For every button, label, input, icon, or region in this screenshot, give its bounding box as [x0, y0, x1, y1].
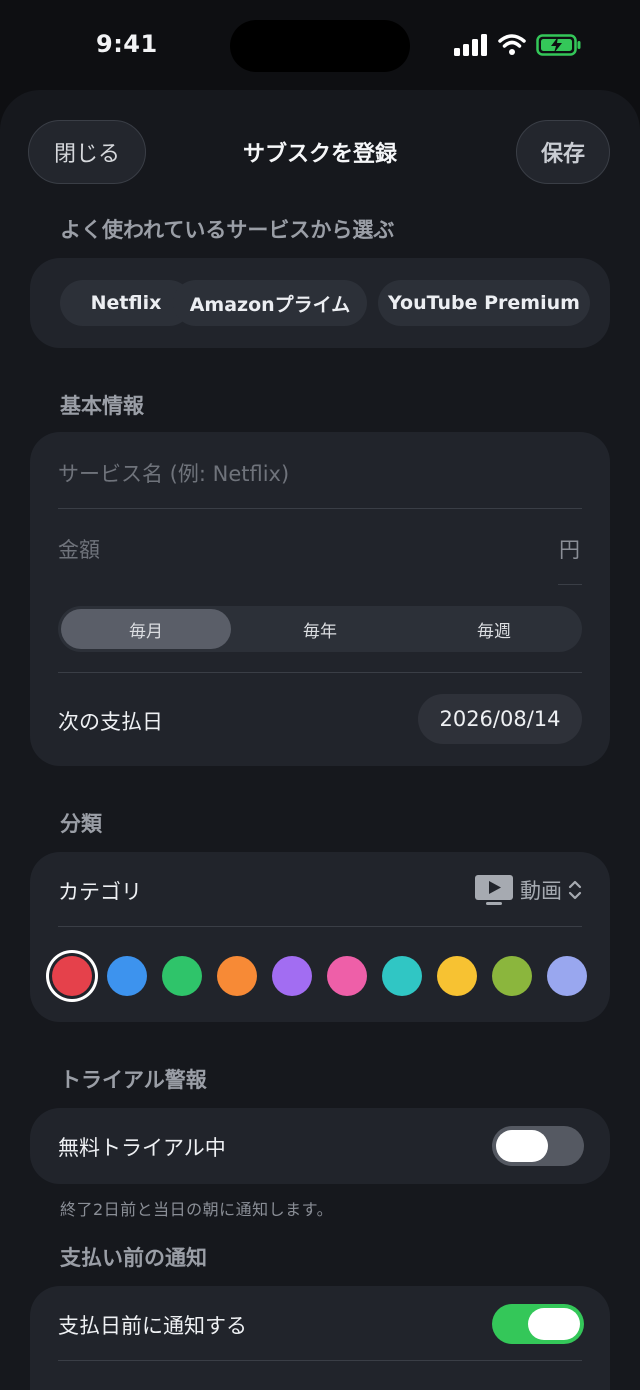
- trial-note: 終了2日前と当日の朝に通知します。: [60, 1200, 334, 1219]
- segment-yearly[interactable]: 毎年: [235, 609, 405, 649]
- amount-input[interactable]: 金額: [58, 534, 100, 564]
- toggle-knob: [528, 1308, 580, 1340]
- color-swatch-orange[interactable]: [217, 956, 257, 996]
- divider: [58, 508, 582, 509]
- payment-notification-card: 支払日前に通知する: [30, 1286, 610, 1390]
- free-trial-toggle[interactable]: [492, 1126, 584, 1166]
- notify-before-payment-label: 支払日前に通知する: [58, 1314, 247, 1338]
- free-trial-label: 無料トライアル中: [58, 1136, 226, 1160]
- dynamic-island: [230, 20, 410, 72]
- chip-amazon-prime[interactable]: Amazonプライム: [173, 280, 367, 326]
- trial-alert-card: 無料トライアル中: [30, 1108, 610, 1184]
- classification-label: 分類: [60, 812, 102, 836]
- category-label: カテゴリ: [58, 880, 142, 904]
- color-swatch-teal[interactable]: [382, 956, 422, 996]
- divider: [558, 584, 582, 585]
- notify-before-payment-toggle[interactable]: [492, 1304, 584, 1344]
- popular-services-card: Netflix Amazonプライム YouTube Premium: [30, 258, 610, 348]
- color-swatch-pink[interactable]: [327, 956, 367, 996]
- chevron-up-down-icon: [568, 880, 582, 900]
- status-icons: [454, 34, 582, 56]
- register-subscription-sheet: 閉じる サブスクを登録 保存 よく使われているサービスから選ぶ Netflix …: [0, 90, 640, 1390]
- category-picker[interactable]: 動画: [474, 874, 582, 906]
- basic-info-label: 基本情報: [60, 394, 144, 418]
- color-swatch-blue[interactable]: [107, 956, 147, 996]
- save-button[interactable]: 保存: [516, 120, 610, 184]
- toggle-knob: [496, 1130, 548, 1162]
- billing-cycle-segmented-control: 毎月 毎年 毎週: [58, 606, 582, 652]
- status-time: 9:41: [96, 30, 158, 58]
- classification-card: カテゴリ 動画: [30, 852, 610, 1022]
- next-payment-label: 次の支払日: [58, 710, 163, 734]
- trial-alert-label: トライアル警報: [60, 1068, 207, 1092]
- color-swatch-lavender[interactable]: [547, 956, 587, 996]
- payment-notification-label: 支払い前の通知: [60, 1246, 207, 1270]
- status-bar: 9:41: [0, 0, 640, 90]
- chip-youtube-premium[interactable]: YouTube Premium: [378, 280, 590, 326]
- wifi-icon: [498, 34, 526, 55]
- cellular-signal-icon: [454, 34, 487, 56]
- color-swatch-purple[interactable]: [272, 956, 312, 996]
- color-swatch-green[interactable]: [162, 956, 202, 996]
- color-swatch-olive[interactable]: [492, 956, 532, 996]
- next-payment-date-picker[interactable]: 2026/08/14: [418, 694, 582, 744]
- battery-charging-icon: [536, 34, 581, 56]
- divider: [58, 672, 582, 673]
- color-swatch-red[interactable]: [52, 956, 92, 996]
- segment-monthly[interactable]: 毎月: [61, 609, 231, 649]
- segment-weekly[interactable]: 毎週: [409, 609, 579, 649]
- popular-services-label: よく使われているサービスから選ぶ: [60, 218, 395, 242]
- currency-label: 円: [559, 538, 580, 562]
- divider: [58, 1360, 582, 1361]
- tv-icon: [475, 875, 513, 905]
- basic-info-card: サービス名 (例: Netflix) 金額 円 毎月 毎年 毎週 次の支払日 2…: [30, 432, 610, 766]
- divider: [58, 926, 582, 927]
- color-swatch-yellow[interactable]: [437, 956, 477, 996]
- category-value: 動画: [520, 879, 562, 903]
- service-name-input[interactable]: サービス名 (例: Netflix): [58, 458, 289, 488]
